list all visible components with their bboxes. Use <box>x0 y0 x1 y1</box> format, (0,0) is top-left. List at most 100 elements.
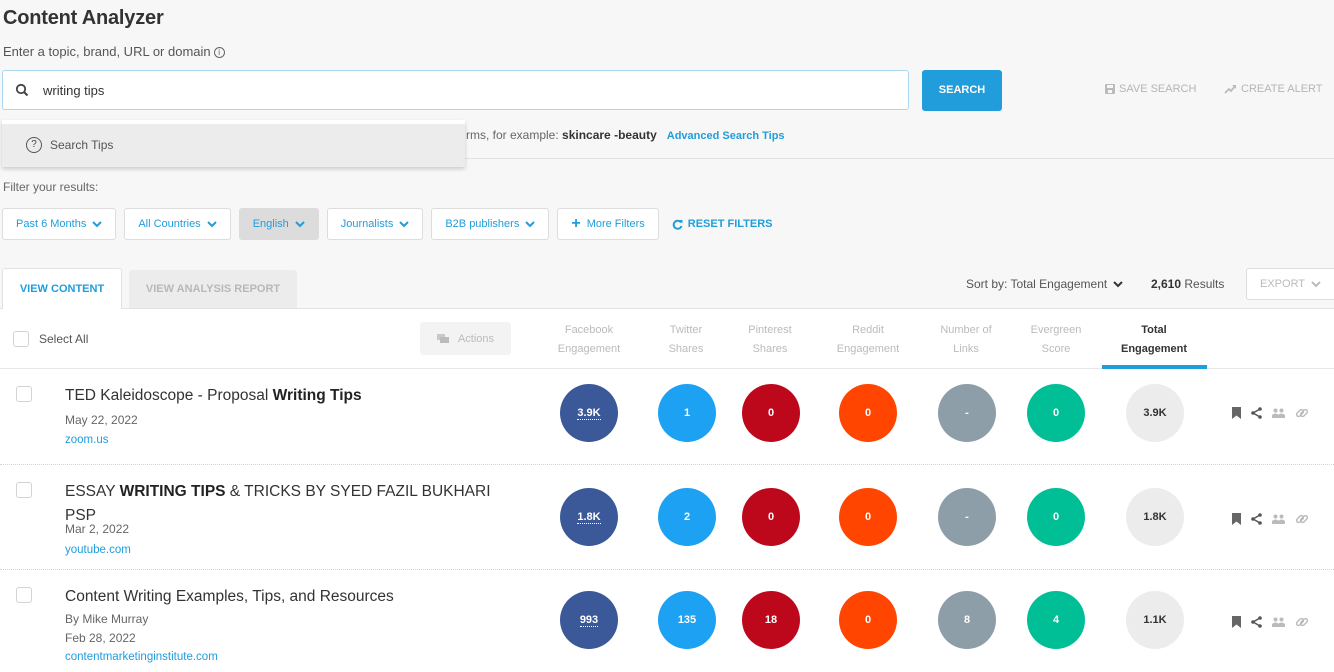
pinterest-shares-bubble: 0 <box>742 488 800 546</box>
search-input[interactable] <box>43 71 893 109</box>
row-domain-link[interactable]: zoom.us <box>65 434 108 446</box>
link-icon[interactable] <box>1295 406 1309 420</box>
users-icon[interactable] <box>1272 514 1285 524</box>
users-icon[interactable] <box>1272 617 1285 627</box>
col-line2: Engagement <box>836 343 900 355</box>
pinterest-shares-bubble: 0 <box>742 384 800 442</box>
metric-value: 0 <box>864 614 872 626</box>
row-date: Mar 2, 2022 <box>65 522 130 536</box>
metric-value: 3.9K <box>1143 407 1167 419</box>
row-checkbox[interactable] <box>16 587 32 603</box>
total-engagement-bubble: 3.9K <box>1126 384 1184 442</box>
search-dropdown: ? Search Tips <box>2 120 465 167</box>
search-subtitle: Enter a topic, brand, URL or domain i <box>3 44 225 59</box>
stack-icon <box>436 333 449 343</box>
filter-language[interactable]: English <box>238 208 319 240</box>
row-title-link[interactable]: ESSAY WRITING TIPS & TRICKS BY SYED FAZI… <box>65 480 515 528</box>
search-box[interactable] <box>2 70 909 110</box>
column-reddit-engagement[interactable]: Reddit Engagement <box>818 321 918 359</box>
export-label: EXPORT <box>1260 278 1306 290</box>
facebook-engagement-bubble[interactable]: 993 <box>560 591 618 649</box>
reset-filters-label: RESET FILTERS <box>687 218 773 230</box>
row-author: By Mike Murray <box>65 612 149 626</box>
search-button[interactable]: SEARCH <box>922 70 1002 111</box>
share-icon[interactable] <box>1251 513 1262 525</box>
active-sort-indicator <box>1102 365 1207 369</box>
select-all-checkbox[interactable] <box>13 331 29 347</box>
col-line1: Facebook <box>564 324 614 336</box>
filter-bar: Past 6 Months All Countries English Jour… <box>2 208 773 240</box>
total-engagement-bubble: 1.8K <box>1126 488 1184 546</box>
row-actions <box>1232 406 1309 420</box>
share-icon[interactable] <box>1251 407 1262 419</box>
metric-value: 8 <box>963 614 971 626</box>
filter-label: Filter your results: <box>3 180 99 194</box>
dropdown-item-search-tips[interactable]: ? Search Tips <box>26 137 113 153</box>
dropdown-item-label: Search Tips <box>50 138 114 152</box>
save-search-button[interactable]: SAVE SEARCH <box>1105 83 1196 95</box>
metric-value: 0 <box>864 407 872 419</box>
metric-value: 1.8K <box>1143 511 1167 523</box>
row-domain-link[interactable]: youtube.com <box>65 544 131 556</box>
select-all[interactable]: Select All <box>13 331 88 347</box>
chevron-down-icon <box>1113 280 1123 287</box>
chevron-down-icon <box>206 220 217 227</box>
filter-date-range[interactable]: Past 6 Months <box>2 208 117 240</box>
info-icon[interactable]: i <box>213 47 225 58</box>
filter-journalists[interactable]: Journalists <box>326 208 424 240</box>
chip-label: All Countries <box>138 218 201 230</box>
column-facebook-engagement[interactable]: Facebook Engagement <box>539 321 639 359</box>
column-total-engagement[interactable]: Total Engagement <box>1104 321 1204 359</box>
row-title-link[interactable]: TED Kaleidoscope - Proposal Writing Tips <box>65 384 515 408</box>
more-filters-button[interactable]: + More Filters <box>557 208 659 240</box>
share-icon[interactable] <box>1251 616 1262 628</box>
evergreen-score-bubble: 0 <box>1027 488 1085 546</box>
column-number-of-links[interactable]: Number of Links <box>916 321 1016 359</box>
col-line1: Reddit <box>852 324 884 336</box>
link-icon[interactable] <box>1295 512 1309 526</box>
sort-label: Sort by: Total Engagement <box>966 277 1108 291</box>
metric-value: 3.9K <box>577 406 601 420</box>
tab-view-content[interactable]: VIEW CONTENT <box>2 268 122 309</box>
column-pinterest-shares[interactable]: Pinterest Shares <box>720 321 820 359</box>
row-title-link[interactable]: Content Writing Examples, Tips, and Reso… <box>65 585 515 609</box>
advanced-search-tips-link[interactable]: Advanced Search Tips <box>667 130 785 142</box>
sort-dropdown[interactable]: Sort by: Total Engagement <box>966 277 1123 291</box>
reddit-engagement-bubble: 0 <box>839 384 897 442</box>
actions-label: Actions <box>457 332 495 345</box>
chip-label: English <box>252 218 289 230</box>
metric-value: 1 <box>683 407 691 419</box>
row-checkbox[interactable] <box>16 386 32 402</box>
chevron-down-icon <box>1311 280 1321 287</box>
row-domain-link[interactable]: contentmarketinginstitute.com <box>65 651 218 663</box>
column-evergreen-score[interactable]: Evergreen Score <box>1006 321 1106 359</box>
reset-filters-button[interactable]: RESET FILTERS <box>672 218 773 230</box>
metric-value: 0 <box>767 407 775 419</box>
chevron-down-icon <box>92 220 103 227</box>
table-row: TED Kaleidoscope - Proposal Writing Tips… <box>0 370 1334 465</box>
users-icon[interactable] <box>1272 408 1285 418</box>
bookmark-icon[interactable] <box>1232 407 1241 419</box>
actions-button[interactable]: Actions <box>420 322 511 355</box>
col-line1: Twitter <box>669 324 703 336</box>
row-date: Feb 28, 2022 <box>65 631 136 645</box>
filter-publishers[interactable]: B2B publishers <box>431 208 550 240</box>
bookmark-icon[interactable] <box>1232 513 1241 525</box>
link-icon[interactable] <box>1295 615 1309 629</box>
title-text: TED Kaleidoscope - Proposal <box>65 387 273 404</box>
results-number: 2,610 <box>1151 277 1182 291</box>
title-highlight: WRITING TIPS <box>119 483 226 500</box>
bookmark-icon[interactable] <box>1232 616 1241 628</box>
row-checkbox[interactable] <box>16 482 32 498</box>
create-alert-button[interactable]: CREATE ALERT <box>1224 83 1323 95</box>
export-button[interactable]: EXPORT <box>1246 268 1334 300</box>
tab-view-analysis-report[interactable]: VIEW ANALYSIS REPORT <box>129 270 297 309</box>
row-actions <box>1232 512 1309 526</box>
save-search-label: SAVE SEARCH <box>1119 83 1197 95</box>
reddit-engagement-bubble: 0 <box>839 488 897 546</box>
reddit-engagement-bubble: 0 <box>839 591 897 649</box>
facebook-engagement-bubble[interactable]: 1.8K <box>560 488 618 546</box>
facebook-engagement-bubble[interactable]: 3.9K <box>560 384 618 442</box>
filter-countries[interactable]: All Countries <box>124 208 231 240</box>
metric-value: 993 <box>579 613 599 627</box>
